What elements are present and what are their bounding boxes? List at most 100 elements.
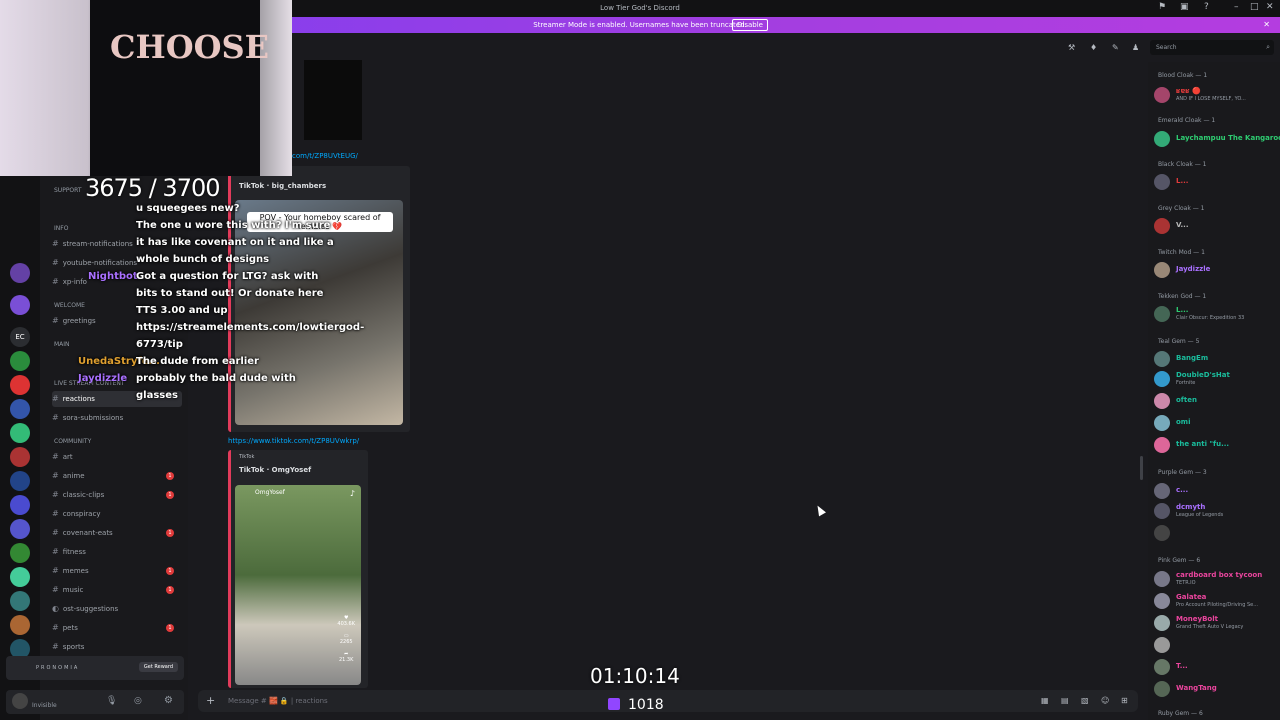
server-icon-ec[interactable]: EC (10, 327, 30, 347)
channel-label: xp-info (62, 278, 87, 286)
sticker-icon[interactable]: ▧ (1081, 696, 1089, 705)
minimize-icon[interactable]: – (1234, 2, 1239, 12)
member-status: League of Legends (1176, 512, 1224, 518)
gif-icon[interactable]: ▤ (1061, 696, 1069, 705)
channel-classic-clips[interactable]: # classic-clips 1 (52, 487, 182, 503)
server-icon[interactable] (10, 543, 30, 563)
channel-pets[interactable]: # pets 1 (52, 620, 182, 636)
settings-gear-icon[interactable]: ⚙ (164, 695, 173, 706)
member-name: cardboard box tycoon (1176, 571, 1263, 579)
member[interactable] (1154, 524, 1278, 542)
hash-icon: # (52, 585, 59, 594)
member[interactable]: cardboard box tycoon TETR.IO (1154, 570, 1278, 588)
server-icon[interactable] (10, 519, 30, 539)
tiktok-link[interactable]: https://www.tiktok.com/t/ZP8UVwkrp/ (228, 437, 359, 445)
member[interactable]: Jaydizzle (1154, 261, 1278, 279)
member[interactable]: V... (1154, 217, 1278, 235)
tiktok-link[interactable]: com/t/ZP8UVtEUG/ (292, 152, 358, 160)
maximize-icon[interactable]: □ (1250, 2, 1259, 12)
headphones-icon[interactable]: ◎ (134, 696, 142, 706)
category-welcome[interactable]: WELCOME (54, 302, 85, 309)
embed-author[interactable]: TikTok · big_chambers (239, 182, 326, 190)
sub-goal-counter: 3675 / 3700 (85, 174, 220, 202)
close-icon[interactable]: ✕ (1266, 2, 1274, 12)
channel-covenant-eats[interactable]: # covenant-eats 1 (52, 525, 182, 541)
channel-memes[interactable]: # memes 1 (52, 563, 182, 579)
server-icon[interactable] (10, 615, 30, 635)
member[interactable]: ʁɐʁ 🔴 AND IF I LOSE MYSELF, YO... (1154, 86, 1278, 104)
server-icon[interactable] (10, 471, 30, 491)
channel-ost-suggestions[interactable]: ◐ ost-suggestions (52, 601, 182, 617)
channel-label: classic-clips (62, 491, 105, 499)
apps-icon[interactable]: ⊞ (1121, 696, 1128, 705)
server-icon[interactable] (10, 567, 30, 587)
member[interactable]: the anti "fu... (1154, 436, 1278, 454)
pin-icon[interactable]: ✎ (1112, 43, 1119, 52)
member[interactable]: often (1154, 392, 1278, 410)
hash-icon: # (52, 316, 59, 325)
category-main[interactable]: MAIN (54, 341, 70, 348)
extension-panel: PRONOMIA Get Reward (6, 656, 184, 680)
server-icon[interactable] (10, 399, 30, 419)
server-icon[interactable] (10, 495, 30, 515)
server-icon[interactable] (10, 375, 30, 395)
channel-label: art (62, 453, 73, 461)
help-icon[interactable]: ? (1204, 2, 1209, 12)
server-icon[interactable] (10, 447, 30, 467)
channel-art[interactable]: # art (52, 449, 182, 465)
screen-icon[interactable]: ▣ (1180, 2, 1189, 12)
server-icon[interactable] (10, 351, 30, 371)
channel-anime[interactable]: # anime 1 (52, 468, 182, 484)
member[interactable]: omi (1154, 414, 1278, 432)
member[interactable]: BangEm (1154, 350, 1278, 368)
member[interactable]: dcmyth League of Legends (1154, 502, 1278, 520)
threads-icon[interactable]: ⚒ (1068, 43, 1075, 52)
member[interactable]: T... (1154, 658, 1278, 676)
server-icon[interactable] (10, 295, 30, 315)
channel-sports[interactable]: # sports (52, 639, 182, 655)
disable-button[interactable]: Disable (732, 19, 768, 31)
member[interactable]: c... (1154, 482, 1278, 500)
gift-icon[interactable]: ▦ (1041, 696, 1049, 705)
member[interactable]: DoubleD'sHat Fortnite (1154, 370, 1278, 388)
member-status: Grand Theft Auto V Legacy (1176, 624, 1244, 630)
banner-close-icon[interactable]: ✕ (1263, 20, 1270, 29)
message-input[interactable]: + Message # 🧱 🔒 | reactions (198, 690, 1138, 712)
inbox-icon[interactable]: ⚑ (1158, 2, 1166, 12)
member-list-icon[interactable]: ♟ (1132, 43, 1139, 52)
role-header: Purple Gem — 3 (1158, 469, 1207, 476)
video-thumbnail[interactable] (304, 60, 362, 140)
category-community[interactable]: COMMUNITY (54, 438, 91, 445)
channel-fitness[interactable]: # fitness (52, 544, 182, 560)
member[interactable] (1154, 636, 1278, 654)
emoji-icon[interactable]: ☺ (1101, 696, 1109, 705)
server-icon[interactable] (10, 263, 30, 283)
server-icon[interactable] (10, 591, 30, 611)
channel-conspiracy[interactable]: # conspiracy (52, 506, 182, 522)
hash-icon: # (52, 258, 59, 267)
server-icon[interactable] (10, 423, 30, 443)
search-input[interactable]: Search ⌕ (1150, 40, 1274, 55)
search-icon: ⌕ (1266, 43, 1270, 51)
member[interactable]: L... Clair Obscur: Expedition 33 (1154, 305, 1278, 323)
extension-label: PRONOMIA (36, 665, 80, 671)
add-attachment-icon[interactable]: + (206, 690, 215, 712)
channel-music[interactable]: # music 1 (52, 582, 182, 598)
category-info[interactable]: INFO (54, 225, 68, 232)
notification-icon[interactable]: ♦ (1090, 43, 1097, 52)
member[interactable]: L... (1154, 173, 1278, 191)
member[interactable]: Galatea Pro Account Piloting/Driving Se..… (1154, 592, 1278, 610)
channel-sora-submissions[interactable]: # sora-submissions (52, 410, 182, 426)
get-reward-button[interactable]: Get Reward (138, 662, 178, 672)
member[interactable]: MoneyBolt Grand Theft Auto V Legacy (1154, 614, 1278, 632)
embed-author[interactable]: TikTok · OmgYosef (239, 466, 311, 474)
member[interactable]: WangTang (1154, 680, 1278, 698)
member[interactable]: Laychampuu The Kangaroo (1154, 130, 1280, 148)
hash-icon: # (52, 452, 59, 461)
mic-icon[interactable]: 🎙 (106, 696, 117, 706)
scrollbar[interactable] (1140, 456, 1143, 480)
channel-label: fitness (62, 548, 86, 556)
avatar[interactable] (12, 693, 28, 709)
tiktok-video[interactable]: OmgYosef ♪ ♥ 403.6K ▭ 2265 ➦ 21.3K (235, 485, 361, 685)
category-support[interactable]: SUPPORT (54, 187, 82, 194)
